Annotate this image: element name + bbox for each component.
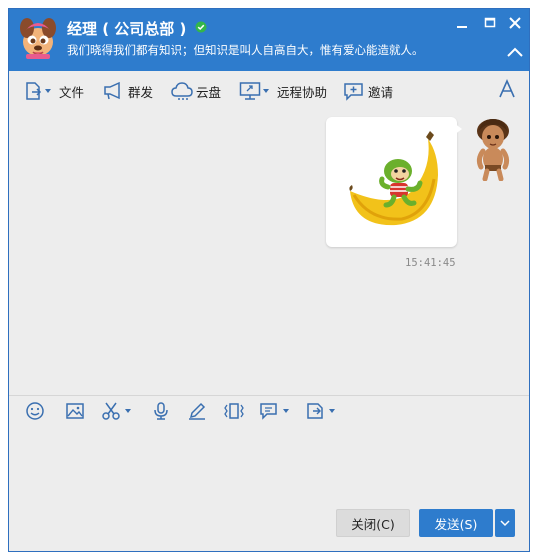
- my-avatar[interactable]: [471, 115, 515, 181]
- chat-toolbar: 文件 群发 云盘 远程协助 邀请: [9, 71, 529, 109]
- divider: [9, 395, 529, 396]
- file-label: 文件: [59, 84, 85, 100]
- invite-icon: [344, 83, 363, 101]
- chevron-down-icon: [500, 520, 510, 527]
- group-send-button[interactable]: 群发: [103, 80, 153, 102]
- chevron-down-icon: [283, 409, 289, 413]
- more-apps-button[interactable]: [305, 401, 335, 421]
- pen-icon: [189, 402, 206, 420]
- voice-button[interactable]: [151, 401, 171, 421]
- file-transfer-icon: [26, 82, 42, 100]
- bubble-tail: [454, 123, 462, 135]
- message-record-button[interactable]: [259, 401, 289, 421]
- chevron-down-icon: [329, 409, 335, 413]
- message-timestamp: 15:41:45: [405, 257, 456, 269]
- banana-monkey-sticker[interactable]: [340, 129, 444, 233]
- minimize-icon[interactable]: [453, 15, 471, 31]
- maximize-icon[interactable]: [481, 15, 499, 31]
- group-send-label: 群发: [128, 84, 154, 100]
- scissors-icon: [102, 402, 120, 420]
- chevron-down-icon: [45, 89, 51, 93]
- chevron-down-icon: [125, 409, 131, 413]
- shake-window-icon: [224, 403, 244, 419]
- online-status-icon: [195, 21, 207, 33]
- send-button[interactable]: 发送(S): [419, 509, 493, 537]
- remote-assist-button[interactable]: 远程协助: [239, 80, 327, 102]
- invite-button[interactable]: 邀请: [343, 80, 393, 102]
- close-icon[interactable]: [506, 15, 524, 31]
- monitor-icon: [239, 82, 261, 100]
- message-bubble[interactable]: [326, 117, 457, 247]
- contact-signature: 我们晓得我们都有知识；但知识是叫人自高自大，惟有爱心能造就人。: [67, 43, 424, 57]
- file-button[interactable]: 文件: [23, 80, 84, 102]
- contact-name: 经理 ( 公司总部 ): [67, 20, 187, 38]
- cloud-icon: [171, 82, 193, 100]
- chat-window: 经理 ( 公司总部 ) 我们晓得我们都有知识；但知识是叫人自高自大，惟有爱心能造…: [8, 8, 530, 552]
- handwrite-button[interactable]: [187, 401, 207, 421]
- chevron-up-icon[interactable]: [506, 45, 524, 59]
- cloud-disk-button[interactable]: 云盘: [171, 80, 221, 102]
- message-list[interactable]: 15:41:45: [9, 109, 529, 395]
- chat-history-icon: [260, 403, 277, 420]
- remote-assist-label: 远程协助: [277, 84, 328, 100]
- megaphone-icon: [104, 81, 120, 100]
- image-button[interactable]: [65, 401, 85, 421]
- invite-label: 邀请: [368, 84, 394, 100]
- close-button[interactable]: 关闭(C): [336, 509, 410, 537]
- send-options-button[interactable]: [495, 509, 515, 537]
- shake-button[interactable]: [223, 401, 245, 421]
- chevron-down-icon: [263, 89, 269, 93]
- font-icon[interactable]: [497, 79, 517, 99]
- cloud-disk-label: 云盘: [196, 84, 222, 100]
- microphone-icon: [154, 402, 168, 420]
- emoji-icon: [26, 402, 44, 420]
- contact-avatar[interactable]: [18, 16, 58, 60]
- title-bar[interactable]: 经理 ( 公司总部 ) 我们晓得我们都有知识；但知识是叫人自高自大，惟有爱心能造…: [9, 9, 529, 71]
- image-icon: [66, 403, 84, 419]
- screenshot-button[interactable]: [101, 401, 131, 421]
- apps-icon: [307, 403, 323, 419]
- emoji-button[interactable]: [25, 401, 45, 421]
- message-input[interactable]: [9, 429, 529, 507]
- input-toolbar: [9, 397, 529, 427]
